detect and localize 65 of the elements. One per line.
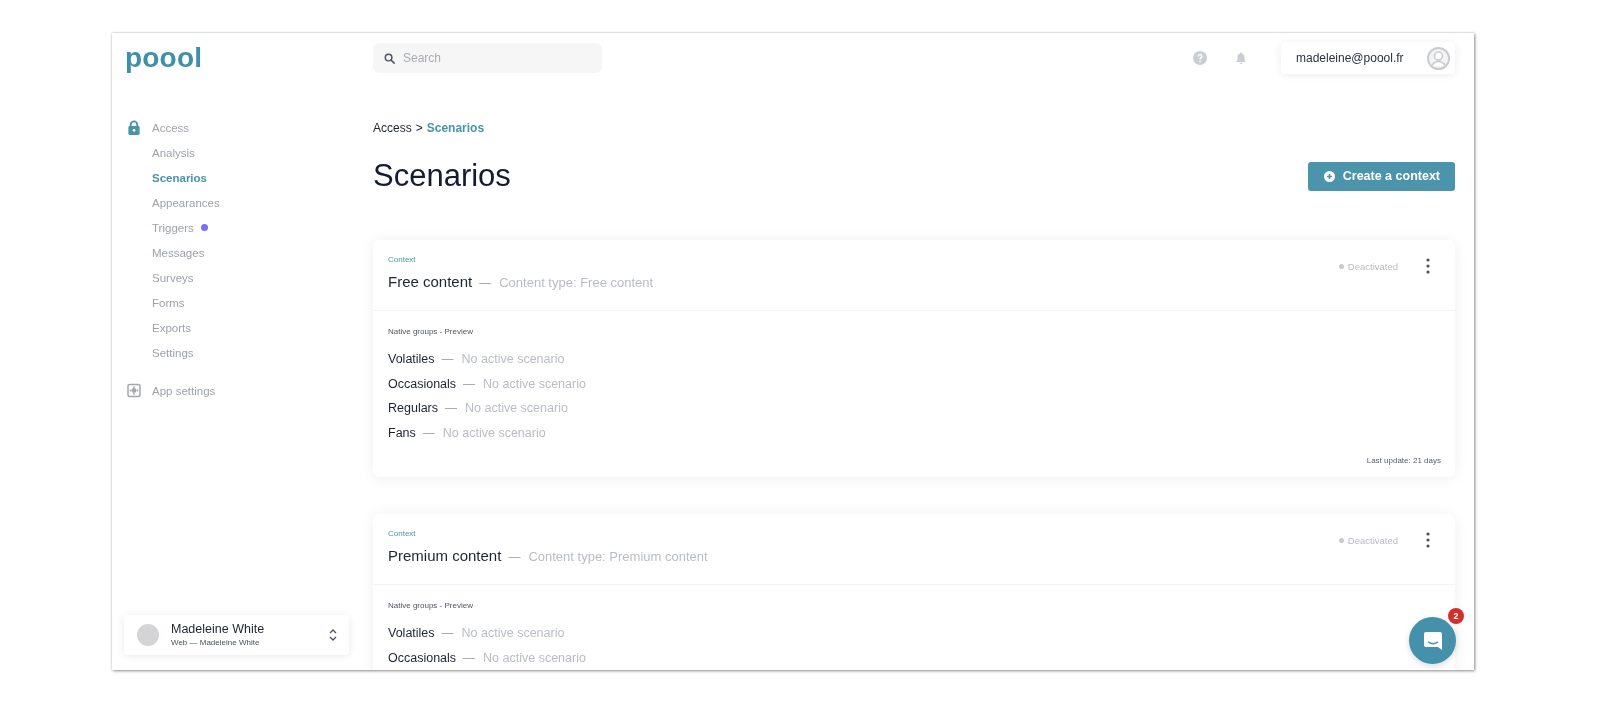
group-status: No active scenario — [465, 400, 568, 417]
last-update: Last update: 21 days — [1366, 456, 1441, 466]
group-status: No active scenario — [442, 424, 546, 442]
context-name: Premium content — [388, 546, 502, 566]
dash-separator: — — [508, 549, 521, 566]
account-switcher[interactable]: Madeleine White Web — Madeleine White — [124, 615, 349, 655]
group-status: No active scenario — [461, 625, 565, 642]
sidebar-item[interactable]: Exports — [152, 315, 191, 340]
group-name: Occasionals — [388, 375, 457, 393]
groups-title: Native groups - Preview — [388, 327, 473, 337]
group-name: Occasionals — [388, 649, 457, 667]
plus-circle-icon — [1323, 170, 1335, 182]
groups-title: Native groups - Preview — [388, 601, 473, 611]
dash-separator: — — [441, 351, 454, 368]
status-label: Deactivated — [1347, 534, 1398, 546]
sidebar-item[interactable]: Appearances — [152, 190, 220, 215]
settings-icon — [127, 383, 141, 398]
search-icon — [384, 52, 395, 64]
search-field[interactable]: Search — [373, 43, 602, 73]
context-label: Context — [388, 254, 416, 265]
unread-badge: 2 — [1448, 608, 1464, 624]
sidebar-item[interactable]: Settings — [152, 340, 194, 365]
account-name: Madeleine White — [171, 622, 265, 637]
page-title: Scenarios — [373, 157, 511, 195]
group-status: No active scenario — [483, 375, 586, 393]
dash-separator: — — [463, 649, 476, 667]
breadcrumb-link[interactable]: Access — [373, 121, 412, 135]
group-name: Fans — [388, 424, 416, 442]
context-name: Free content — [388, 272, 473, 292]
lock-icon — [127, 120, 141, 135]
content-type: Content type: Free content — [499, 274, 654, 292]
sidebar-section-link[interactable]: Access — [127, 115, 190, 140]
sidebar-item[interactable]: Forms — [152, 290, 185, 315]
chat-bubble-icon — [1422, 630, 1443, 651]
context-label: Context — [388, 528, 416, 539]
account-subtitle: Web — Madeleine White — [171, 637, 260, 648]
breadcrumb-separator: > — [415, 121, 423, 135]
content-type: Content type: Premium content — [528, 548, 708, 566]
group-name: Volatiles — [388, 625, 435, 642]
breadcrumb-link[interactable]: Scenarios — [426, 121, 485, 135]
dash-separator: — — [441, 625, 454, 642]
dash-separator: — — [422, 424, 435, 442]
more-options-icon[interactable] — [1426, 258, 1430, 274]
sidebar-item[interactable]: Messages — [152, 240, 205, 265]
sidebar-item[interactable]: Triggers — [152, 215, 208, 240]
group-status: No active scenario — [483, 649, 586, 667]
create-context-button[interactable]: Create a context — [1307, 161, 1455, 191]
dash-separator: — — [479, 275, 492, 292]
group-name: Regulars — [388, 400, 439, 417]
user-email: madeleine@poool.fr — [1296, 51, 1404, 65]
user-menu[interactable]: madeleine@poool.fr — [1281, 42, 1455, 74]
sidebar-section-link[interactable]: App settings — [127, 378, 216, 403]
sidebar-item[interactable]: Scenarios — [152, 165, 207, 190]
logo: poool — [125, 43, 203, 73]
avatar — [137, 624, 159, 646]
status-label: Deactivated — [1347, 260, 1398, 272]
up-down-chevron-icon — [329, 628, 337, 642]
sidebar-item[interactable]: Surveys — [152, 265, 194, 290]
dash-separator: — — [463, 375, 476, 393]
dash-separator: — — [445, 400, 458, 417]
sidebar-item[interactable]: Analysis — [152, 140, 195, 165]
group-status: No active scenario — [461, 351, 565, 368]
group-name: Volatiles — [388, 351, 435, 368]
avatar-icon — [1427, 46, 1450, 70]
more-options-icon[interactable] — [1426, 532, 1430, 548]
